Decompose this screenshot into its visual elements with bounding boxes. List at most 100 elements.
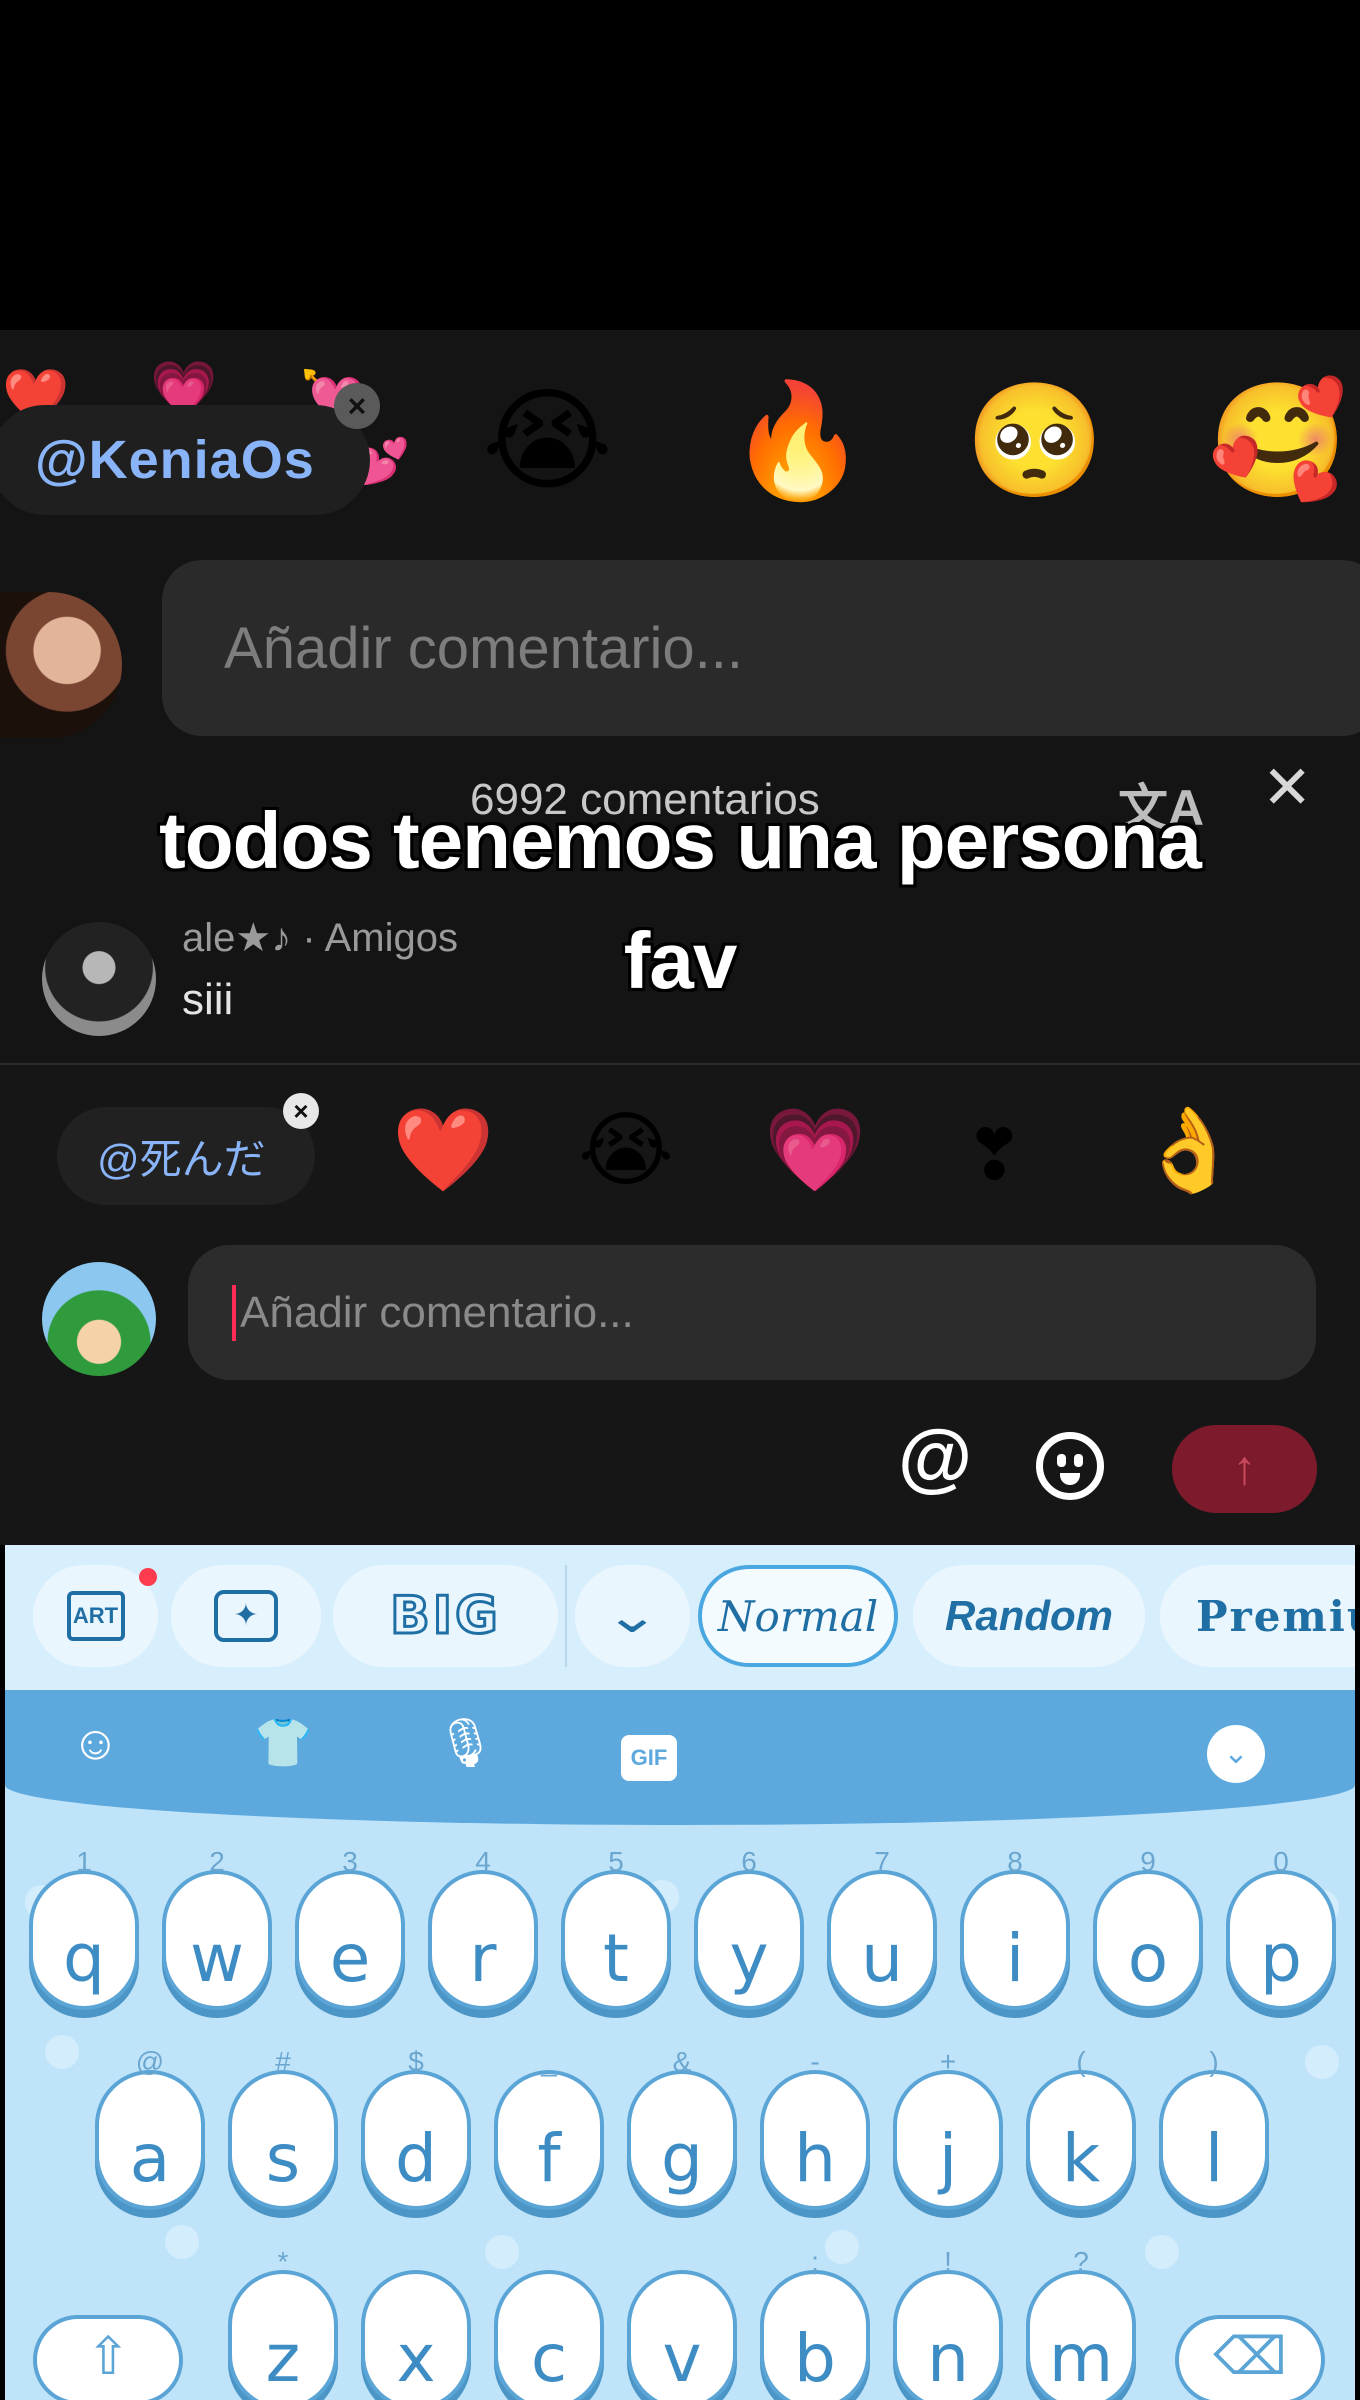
theme-shirt-icon[interactable]: 👕 [253, 1720, 313, 1768]
key-label: f [537, 2120, 561, 2197]
microphone-icon[interactable]: 🎙 [435, 1720, 496, 1768]
key-secondary-label: ) [1209, 2046, 1219, 2077]
key-secondary-label: 4 [475, 1846, 491, 1877]
font-style-normal[interactable]: Normal [698, 1565, 898, 1667]
chip-close-icon[interactable]: × [283, 1093, 319, 1129]
crying-emoji-icon[interactable]: 😭 [578, 1110, 674, 1192]
key-secondary-label: * [277, 2246, 289, 2277]
key-u[interactable]: 7u [827, 1846, 937, 2010]
key-d[interactable]: $ d [361, 2046, 471, 2210]
key-v[interactable]: v [627, 2270, 737, 2400]
key-label: l [1204, 2120, 1224, 2197]
key-secondary-label: 1 [76, 1846, 92, 1877]
key-r[interactable]: 4r [428, 1846, 538, 2010]
key-q[interactable]: 1q [29, 1846, 139, 2010]
key-b[interactable]: ; b [760, 2246, 870, 2400]
key-y[interactable]: 6y [694, 1846, 804, 2010]
ok-hand-emoji-icon[interactable]: 👌 [1138, 1110, 1240, 1192]
mention-chip[interactable]: @死んだ × [57, 1093, 319, 1205]
growing-heart-emoji-icon[interactable]: 💗 [764, 1110, 866, 1192]
key-secondary-label: 9 [1140, 1846, 1156, 1877]
font-style-random[interactable]: Random [913, 1565, 1145, 1667]
key-i[interactable]: 8i [960, 1846, 1070, 2010]
smiling-hearts-emoji-icon[interactable]: 🥰 [1208, 385, 1347, 497]
backspace-icon: ⌫ [1213, 2328, 1287, 2386]
font-list-expand-button[interactable]: ⌄ [575, 1565, 690, 1667]
key-x[interactable]: x [361, 2270, 471, 2400]
backspace-key[interactable]: ⌫ [1175, 2315, 1325, 2400]
send-button[interactable]: ↑ [1172, 1425, 1317, 1513]
key-f[interactable]: _ f [494, 2046, 604, 2210]
key-label: h [794, 2120, 836, 2197]
key-label: d [395, 2120, 437, 2197]
shift-key[interactable]: ⇧ [33, 2315, 183, 2400]
mention-chip-label: @死んだ [97, 1135, 266, 1183]
mention-at-icon[interactable]: @ [898, 1420, 972, 1496]
pleading-emoji-icon[interactable]: 🥺 [965, 385, 1104, 497]
mention-chip-keniaos[interactable]: @KeniaOs × [0, 383, 380, 515]
video-top-black [0, 0, 1360, 330]
key-label: b [794, 2320, 836, 2397]
key-secondary-label: 8 [1007, 1846, 1023, 1877]
comment-placeholder: Añadir comentario... [224, 615, 744, 681]
emoji-picker-icon[interactable] [1036, 1432, 1104, 1500]
quick-action-bar [5, 1690, 1355, 1825]
key-secondary-label: 7 [874, 1846, 890, 1877]
key-j[interactable]: + j [893, 2046, 1003, 2210]
red-heart-emoji-icon[interactable]: ❤️ [392, 1110, 494, 1192]
background-dot [165, 2225, 199, 2259]
key-k[interactable]: (k [1026, 2046, 1136, 2210]
fire-emoji-icon[interactable]: 🔥 [728, 385, 867, 497]
key-label: g [661, 2120, 703, 2197]
key-secondary-label: ! [944, 2246, 952, 2277]
video-caption-line: fav [623, 916, 738, 1005]
gif-icon[interactable]: GIF [621, 1735, 677, 1781]
key-z[interactable]: * z [228, 2246, 338, 2400]
key-label: w [190, 1920, 244, 1997]
key-label: v [662, 2320, 702, 2397]
key-secondary-label: $ [408, 2046, 424, 2077]
font-style-label: Random [945, 1592, 1113, 1639]
comment-input-large[interactable]: Añadir comentario... [162, 560, 1360, 736]
key-label: t [603, 1920, 629, 1997]
key-e[interactable]: 3e [295, 1846, 405, 2010]
key-o[interactable]: 9o [1093, 1846, 1203, 2010]
key-g[interactable]: & g [627, 2046, 737, 2210]
avatar[interactable] [42, 1262, 156, 1376]
key-c[interactable]: c [494, 2270, 604, 2400]
key-a[interactable]: @ a [95, 2046, 205, 2210]
key-t[interactable]: 5t [561, 1846, 671, 2010]
divider [0, 1063, 1360, 1065]
key-h[interactable]: -h [760, 2046, 870, 2210]
key-secondary-label: ? [1073, 2246, 1089, 2277]
heart-exclamation-emoji-icon[interactable]: ❣ [965, 1120, 1024, 1190]
toolbar-divider [565, 1565, 567, 1667]
key-secondary-label: 5 [608, 1846, 624, 1877]
key-label: c [530, 2320, 568, 2397]
key-l[interactable]: ) l [1159, 2046, 1269, 2210]
key-label: x [396, 2320, 436, 2397]
key-p[interactable]: 0p [1226, 1846, 1336, 2010]
collapse-keyboard-icon[interactable]: ⌄ [1207, 1725, 1265, 1783]
big-font-label: BIG [389, 1585, 501, 1648]
notification-dot [139, 1568, 157, 1586]
key-secondary-label: 0 [1273, 1846, 1289, 1877]
key-m[interactable]: ? m [1026, 2246, 1136, 2400]
key-secondary-label: 6 [741, 1846, 757, 1877]
key-label: q [63, 1920, 105, 1997]
font-style-premium[interactable]: Premiu [1160, 1565, 1355, 1667]
key-secondary-label: - [810, 2046, 820, 2077]
key-label: k [1061, 2120, 1101, 2197]
background-dot [45, 2035, 79, 2069]
big-font-button[interactable]: BIG [333, 1565, 558, 1667]
key-s[interactable]: # s [228, 2046, 338, 2210]
crying-emoji-icon[interactable]: 😭 [482, 385, 613, 497]
key-w[interactable]: 2w [162, 1846, 272, 2010]
text-caret [232, 1284, 236, 1341]
comment-input[interactable]: Añadir comentario... [188, 1245, 1316, 1380]
key-secondary-label: ; [811, 2246, 819, 2277]
chip-close-icon[interactable]: × [334, 383, 380, 429]
sparkle-chat-button[interactable]: ✦ [171, 1565, 321, 1667]
key-n[interactable]: ! n [893, 2246, 1003, 2400]
sticker-face-icon[interactable]: ☺ [71, 1720, 120, 1768]
